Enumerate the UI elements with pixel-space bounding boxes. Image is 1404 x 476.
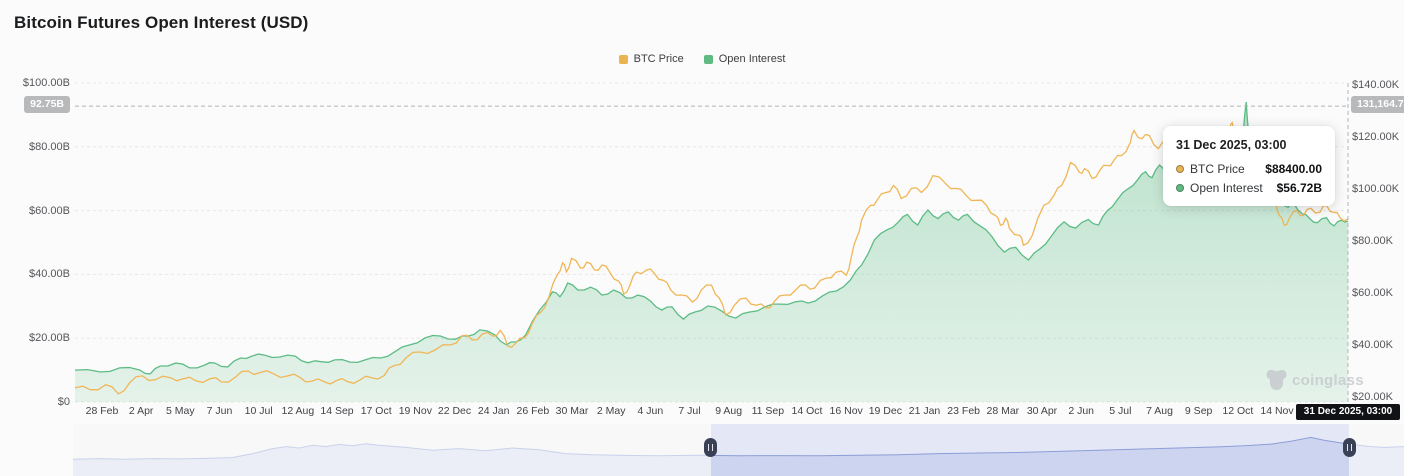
x-axis-tick-label: 26 Feb [516, 405, 550, 417]
range-navigator[interactable] [73, 424, 1404, 476]
x-axis-tick-label: 12 Oct [1222, 405, 1254, 417]
x-axis-tick-label: 21 Jan [908, 405, 941, 417]
tooltip-value: $56.72B [1276, 181, 1322, 195]
x-axis-tick-label: 7 Jul [678, 405, 701, 417]
tooltip-timestamp: 31 Dec 2025, 03:00 [1176, 138, 1287, 152]
left-axis-tick-label: $60.00B [29, 204, 70, 217]
right-axis-tick-label: $40.00K [1352, 338, 1393, 351]
chart-tooltip: 31 Dec 2025, 03:00 BTC Price $88400.00 O… [1163, 126, 1335, 206]
main-chart-plot [74, 82, 1349, 420]
x-axis-tick-label: 24 Jan [477, 405, 510, 417]
x-axis-tick-label: 2 Jun [1068, 405, 1094, 417]
x-axis-tick-label: 17 Oct [360, 405, 392, 417]
x-axis-tick-label: 14 Sep [320, 405, 354, 417]
tooltip-label: BTC Price [1190, 162, 1245, 176]
tooltip-value: $88400.00 [1265, 162, 1322, 176]
right-axis-tick-label: $20.00K [1352, 390, 1393, 403]
crosshair-left-value-badge: 92.75B [24, 96, 70, 113]
right-axis-tick-label: $120.00K [1352, 130, 1400, 143]
x-axis-tick-label: 10 Jul [244, 405, 273, 417]
navigator-unselected-left[interactable] [73, 424, 711, 476]
x-axis-tick-label: 30 Mar [555, 405, 589, 417]
left-axis-tick-label: $0 [57, 396, 70, 408]
navigator-selected-range[interactable] [710, 424, 1350, 476]
x-axis-tick-label: 4 Jun [637, 405, 664, 417]
x-axis-tick-label: 19 Nov [398, 405, 432, 417]
x-axis-tick-label: 28 Feb [85, 405, 119, 417]
open-interest-dot-icon [1176, 184, 1184, 192]
crosshair-time-badge: 31 Dec 2025, 03:00 [1296, 404, 1400, 420]
x-axis-tick-label: 28 Mar [986, 405, 1020, 417]
x-axis-tick-label: 7 Aug [1146, 405, 1173, 417]
tooltip-row-btc-price: BTC Price $88400.00 [1176, 162, 1322, 176]
right-axis-tick-label: $80.00K [1352, 234, 1393, 247]
x-axis-tick-label: 14 Nov [1260, 405, 1294, 417]
left-axis-tick-label: $80.00B [29, 140, 70, 153]
x-axis-tick-label: 22 Dec [437, 405, 472, 417]
crosshair-right-value-badge: 131,164.74 [1351, 96, 1404, 113]
x-axis-tick-label: 9 Sep [1184, 405, 1213, 417]
right-axis-tick-label: $60.00K [1352, 286, 1393, 299]
coinglass-watermark: coinglass [1266, 369, 1364, 391]
tooltip-row-open-interest: Open Interest $56.72B [1176, 181, 1322, 195]
x-axis-tick-label: 12 Aug [281, 405, 315, 417]
watermark-text: coinglass [1292, 371, 1364, 389]
btc-price-dot-icon [1176, 165, 1184, 173]
x-axis-tick-label: 11 Sep [751, 405, 785, 417]
x-axis-tick-label: 16 Nov [829, 405, 863, 417]
x-axis-tick-label: 5 Jul [1109, 405, 1132, 417]
x-axis-tick-label: 30 Apr [1026, 405, 1058, 417]
coinglass-chart-page: Bitcoin Futures Open Interest (USD) BTC … [0, 0, 1404, 476]
navigator-handle-right[interactable] [1342, 438, 1356, 457]
x-axis-tick-label: 5 May [166, 405, 195, 417]
x-axis-tick-label: 2 May [596, 405, 626, 417]
navigator-handle-left[interactable] [704, 438, 718, 457]
right-axis-tick-label: $100.00K [1352, 182, 1400, 195]
x-axis-tick-label: 23 Feb [947, 405, 981, 417]
x-axis-tick-label: 2 Apr [128, 405, 154, 417]
x-axis-tick-label: 14 Oct [791, 405, 823, 417]
left-axis-tick-label: $100.00B [22, 77, 70, 89]
x-axis-tick-label: 9 Aug [715, 405, 743, 417]
coinglass-logo-icon [1266, 370, 1287, 390]
left-axis-tick-label: $40.00B [29, 268, 70, 281]
left-axis-tick-label: $20.00B [29, 332, 70, 345]
right-axis-tick-label: $140.00K [1352, 78, 1400, 91]
navigator-unselected-right[interactable] [1349, 424, 1404, 476]
x-axis-tick-label: 19 Dec [868, 405, 902, 417]
tooltip-label: Open Interest [1190, 181, 1263, 195]
x-axis-tick-label: 7 Jun [206, 405, 233, 417]
